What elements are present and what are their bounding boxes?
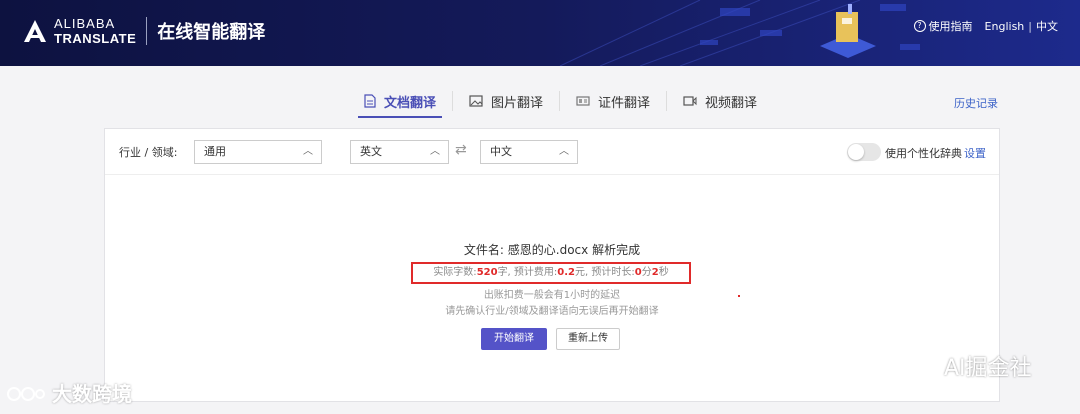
minutes-unit: 分 [641, 267, 652, 278]
custom-dictionary-toggle[interactable] [847, 143, 881, 161]
help-icon: ? [913, 20, 926, 32]
estimated-cost: 0.2 [557, 267, 576, 278]
options-toolbar: 行业 / 领域: 通用 ︿ 英文 ︿ ⇄ 中文 ︿ 使用个性化辞典 设置 [105, 129, 999, 175]
watermark-left: 大数跨境 [6, 378, 132, 407]
billing-delay-note: 出账扣费一般会有1小时的延迟 [483, 290, 621, 301]
tab-label: 图片翻译 [491, 95, 544, 111]
watermark-logo-icon [7, 386, 45, 401]
word-count: 520 [476, 267, 498, 278]
tab-label: 视频翻译 [705, 95, 758, 111]
custom-dictionary-label: 使用个性化辞典 [885, 147, 962, 160]
id-card-icon [576, 96, 590, 106]
industry-label: 行业 / 领域: [119, 146, 178, 159]
chevron-up-icon: ︿ [559, 146, 569, 157]
translation-panel: 行业 / 领域: 通用 ︿ 英文 ︿ ⇄ 中文 ︿ 使用个性化辞典 设置 文件名… [104, 128, 1000, 402]
confirm-settings-note: 请先确认行业/领域及翻译语向无误后再开始翻译 [445, 306, 659, 317]
chevron-up-icon: ︿ [303, 146, 313, 157]
duration-label: 元, 预计时长: [575, 267, 635, 278]
estimate-summary: 实际字数:520字, 预计费用:0.2元, 预计时长:0分2秒 [411, 262, 691, 284]
file-status: 文件名: 感恩的心.docx 解析完成 [463, 243, 641, 257]
header-right-nav: ? 使用指南 English | 中文 [913, 18, 1058, 34]
estimated-minutes: 0 [634, 267, 642, 278]
industry-select[interactable]: 通用 ︿ [194, 140, 322, 164]
video-icon [683, 96, 697, 106]
logo-wordmark: ALIBABA TRANSLATE [54, 16, 136, 46]
logo-line1: ALIBABA [54, 16, 116, 31]
tab-divider [452, 91, 454, 111]
swap-languages-icon[interactable]: ⇄ [455, 142, 467, 158]
cost-label: 字, 预计费用: [497, 267, 558, 278]
tab-divider [559, 91, 561, 111]
tab-label: 证件翻译 [598, 95, 651, 111]
word-count-label: 实际字数: [433, 267, 477, 278]
reupload-button[interactable]: 重新上传 [556, 328, 620, 350]
industry-value: 通用 [204, 145, 226, 158]
dictionary-settings-link[interactable]: 设置 [964, 145, 986, 161]
watermark-left-text: 大数跨境 [52, 382, 132, 406]
watermark-right-text: AI掘金社 [944, 356, 1032, 381]
start-translation-button[interactable]: 开始翻译 [481, 328, 547, 350]
source-language-value: 英文 [360, 145, 382, 158]
lang-chinese[interactable]: 中文 [1036, 18, 1058, 34]
logo-divider [146, 17, 148, 45]
seconds-unit: 秒 [658, 267, 669, 278]
translation-tabs: 文档翻译 图片翻译 证件翻译 视频翻译 [356, 86, 765, 118]
history-link[interactable]: 历史记录 [954, 95, 998, 111]
stray-dot [738, 295, 740, 297]
tab-divider [666, 91, 668, 111]
tab-image[interactable]: 图片翻译 [461, 86, 551, 116]
chevron-up-icon: ︿ [430, 146, 440, 157]
estimated-seconds: 2 [651, 267, 659, 278]
tab-video[interactable]: 视频翻译 [675, 86, 765, 116]
wechat-icon [905, 354, 936, 377]
tab-document[interactable]: 文档翻译 [356, 86, 444, 118]
target-language-select[interactable]: 中文 ︿ [480, 140, 578, 164]
file-result-area: 文件名: 感恩的心.docx 解析完成 实际字数:520字, 预计费用:0.2元… [105, 175, 999, 401]
image-icon [469, 95, 483, 107]
alibaba-translate-logo[interactable]: ALIBABA TRANSLATE 在线智能翻译 [22, 16, 265, 46]
logo-icon [24, 20, 46, 42]
tab-label: 文档翻译 [384, 95, 437, 111]
target-language-value: 中文 [490, 145, 512, 158]
top-header: ALIBABA TRANSLATE 在线智能翻译 ? 使用指南 English … [0, 0, 1080, 66]
help-link[interactable]: 使用指南 [929, 18, 973, 34]
tab-id-card[interactable]: 证件翻译 [568, 86, 658, 116]
source-language-select[interactable]: 英文 ︿ [350, 140, 449, 164]
document-icon [364, 94, 376, 108]
app-title: 在线智能翻译 [157, 22, 266, 43]
lang-separator: | [1028, 19, 1032, 33]
watermark-right: AI掘金社 [904, 350, 1032, 382]
toggle-knob [848, 144, 864, 160]
lang-english[interactable]: English [985, 20, 1025, 33]
logo-line2: TRANSLATE [54, 31, 137, 46]
